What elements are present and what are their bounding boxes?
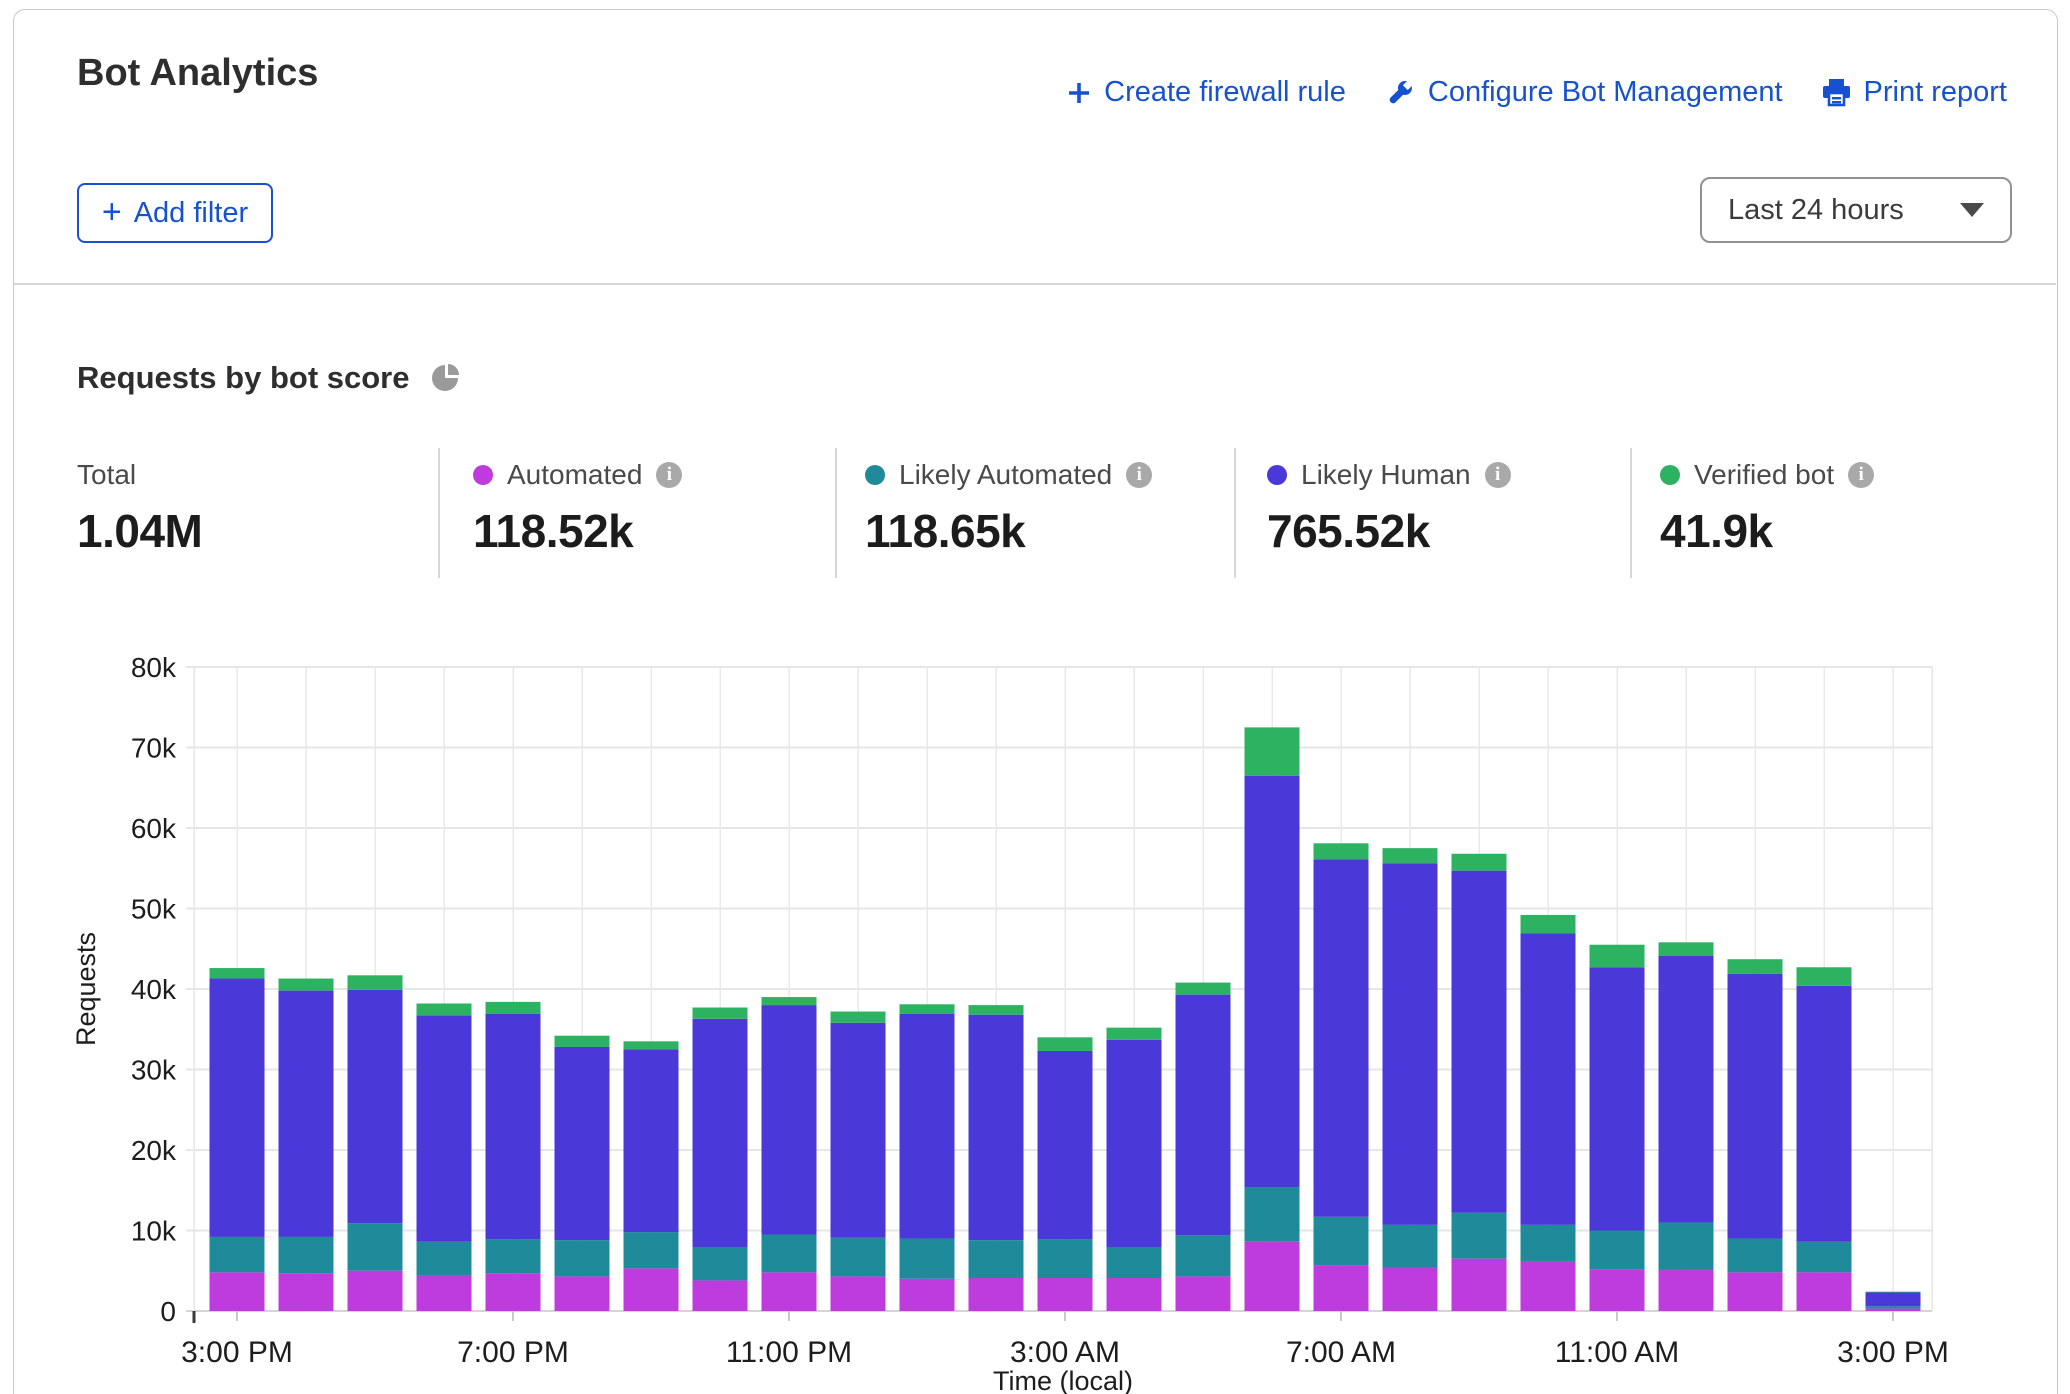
- page-title: Bot Analytics: [77, 52, 318, 95]
- stat-divider: [1630, 448, 1632, 578]
- stat-likely-human-label: Likely Human: [1301, 459, 1471, 491]
- info-icon[interactable]: i: [656, 462, 682, 488]
- plus-icon: +: [102, 195, 122, 229]
- create-firewall-rule-link[interactable]: Create firewall rule: [1066, 76, 1346, 109]
- stats-row: Total 1.04M Automated i 118.52k Likely A…: [0, 458, 2070, 588]
- stat-likely-automated-value: 118.65k: [865, 504, 1152, 558]
- stat-divider: [835, 448, 837, 578]
- stat-likely-automated-label: Likely Automated: [899, 459, 1112, 491]
- verified-bot-dot: [1660, 465, 1680, 485]
- header-actions: Create firewall rule Configure Bot Manag…: [1066, 76, 2007, 109]
- print-report-label: Print report: [1864, 76, 2007, 109]
- stat-likely-human-value: 765.52k: [1267, 504, 1511, 558]
- print-report-link[interactable]: Print report: [1821, 76, 2007, 109]
- configure-bot-management-link[interactable]: Configure Bot Management: [1384, 76, 1783, 109]
- chevron-down-icon: [1960, 203, 1984, 217]
- add-filter-button[interactable]: + Add filter: [77, 183, 273, 243]
- stat-likely-human: Likely Human i 765.52k: [1267, 458, 1511, 558]
- time-range-value: Last 24 hours: [1728, 194, 1904, 227]
- plus-icon: [1066, 80, 1092, 106]
- stat-verified-bot-label: Verified bot: [1694, 459, 1834, 491]
- stat-likely-automated: Likely Automated i 118.65k: [865, 458, 1152, 558]
- likely-human-dot: [1267, 465, 1287, 485]
- stat-automated: Automated i 118.52k: [473, 458, 682, 558]
- info-icon[interactable]: i: [1848, 462, 1874, 488]
- stat-total-label: Total: [77, 459, 136, 491]
- likely-automated-dot: [865, 465, 885, 485]
- bot-analytics-page: Bot Analytics Create firewall rule: [0, 0, 2070, 1394]
- header-divider: [14, 283, 2056, 285]
- configure-bot-management-label: Configure Bot Management: [1428, 76, 1783, 109]
- info-icon[interactable]: i: [1485, 462, 1511, 488]
- info-icon[interactable]: i: [1126, 462, 1152, 488]
- stat-total: Total 1.04M: [77, 458, 202, 558]
- stat-divider: [438, 448, 440, 578]
- stat-verified-bot-value: 41.9k: [1660, 504, 1874, 558]
- automated-dot: [473, 465, 493, 485]
- stat-total-value: 1.04M: [77, 504, 202, 558]
- stat-automated-label: Automated: [507, 459, 642, 491]
- section-title-row: Requests by bot score: [77, 360, 461, 396]
- stat-verified-bot: Verified bot i 41.9k: [1660, 458, 1874, 558]
- create-firewall-rule-label: Create firewall rule: [1104, 76, 1346, 109]
- wrench-icon: [1384, 77, 1416, 109]
- stat-divider: [1234, 448, 1236, 578]
- add-filter-label: Add filter: [134, 197, 248, 230]
- section-title: Requests by bot score: [77, 360, 409, 396]
- printer-icon: [1821, 77, 1852, 108]
- stat-automated-value: 118.52k: [473, 504, 682, 558]
- pie-chart-icon: [429, 362, 461, 394]
- time-range-select[interactable]: Last 24 hours: [1700, 177, 2012, 243]
